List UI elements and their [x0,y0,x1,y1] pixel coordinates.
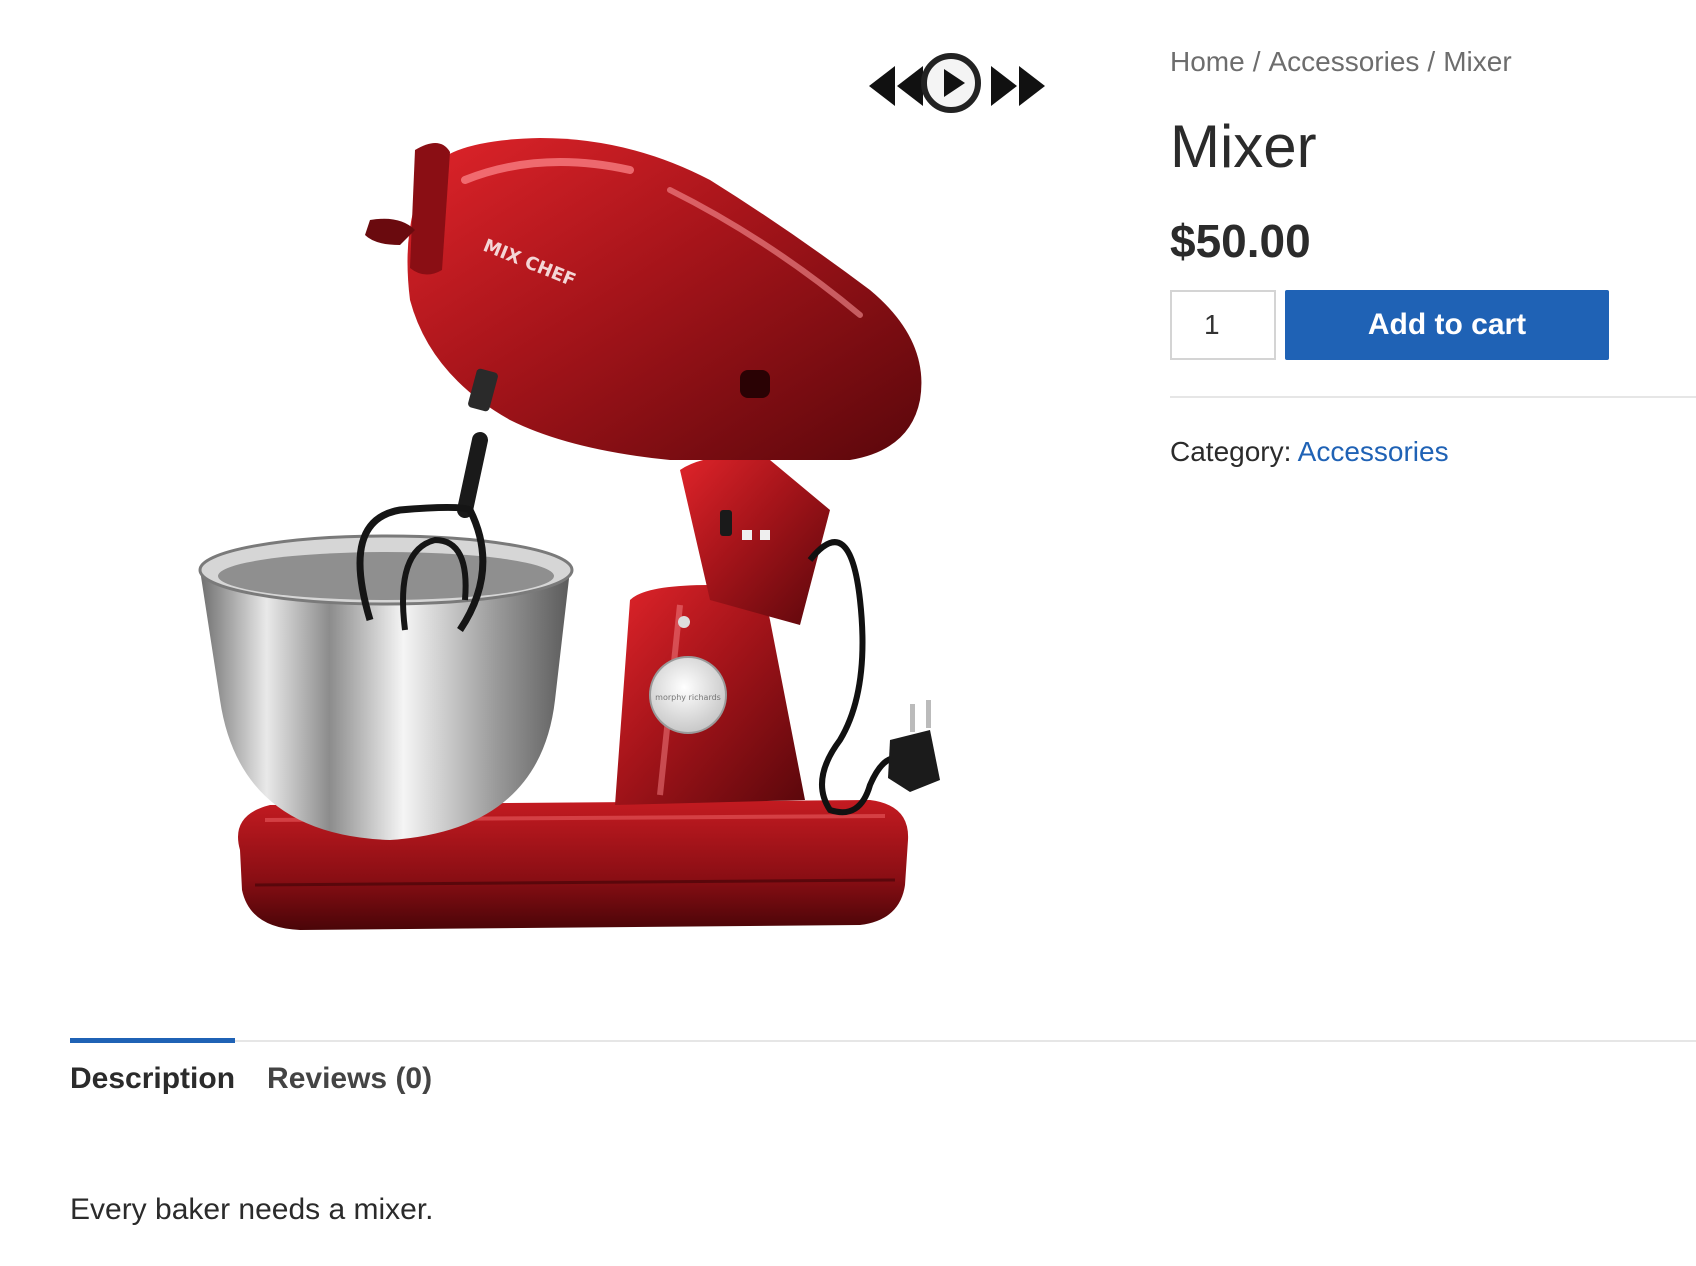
description-text: Every baker needs a mixer. [70,1193,434,1226]
add-to-cart-button[interactable]: Add to cart [1285,290,1609,360]
quantity-input[interactable] [1170,290,1276,360]
tab-reviews[interactable]: Reviews (0) [267,1040,432,1096]
fast-forward-icon[interactable] [987,58,1049,114]
breadcrumb-separator: / [1252,46,1261,77]
category-link[interactable]: Accessories [1298,436,1449,467]
product-summary: Home/Accessories/Mixer Mixer $50.00 Add … [1170,40,1696,468]
breadcrumb-current: Mixer [1443,46,1512,77]
add-to-cart-form: Add to cart [1170,290,1696,360]
slideshow-controls [865,53,1115,128]
divider [1170,396,1696,398]
breadcrumb: Home / Accessories / Mixer [1170,46,1696,78]
page-title: Mixer [1170,113,1317,180]
stand-mixer-image[interactable]: MIX CHEF morphy richards [70,40,1080,1030]
breadcrumb-category-link[interactable]: Accessories [1268,46,1419,77]
product-tabs: Description Reviews (0) [70,1038,464,1096]
product-price: $50.00 [1170,215,1311,267]
product-meta: Category: Accessories [1170,436,1696,468]
product-gallery: MIX CHEF morphy richards [70,40,1080,1030]
maker-plate-text: morphy richards [655,693,721,702]
category-label: Category: [1170,436,1292,467]
play-icon[interactable] [920,52,982,114]
breadcrumb-home-link[interactable]: Home [1170,46,1245,77]
rewind-icon[interactable] [865,58,927,114]
tab-description[interactable]: Description [70,1038,236,1096]
breadcrumb-separator: / [1427,46,1436,77]
